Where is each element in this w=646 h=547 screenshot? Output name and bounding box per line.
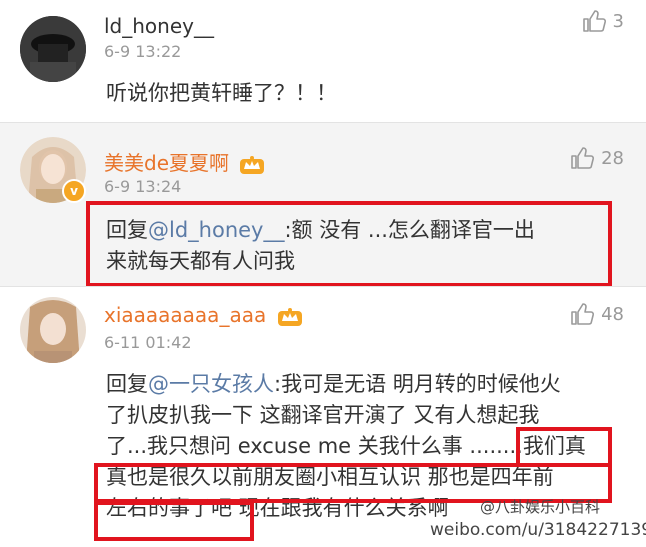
- like-button[interactable]: 3: [581, 8, 624, 34]
- highlight-box: [94, 501, 254, 541]
- highlight-box: [86, 201, 612, 287]
- verified-badge-icon: v: [62, 179, 86, 203]
- timestamp: 6-9 13:24: [104, 177, 182, 196]
- comment-1: ld_honey__ 6-9 13:22 3 听说你把黄轩睡了？！！: [0, 0, 646, 122]
- watermark-handle: @八卦娱乐小百科: [480, 498, 601, 516]
- like-count: 28: [601, 147, 624, 169]
- like-button[interactable]: 48: [569, 301, 624, 327]
- thumbs-up-icon: [582, 10, 606, 32]
- vip-crown-icon: [277, 307, 302, 326]
- username[interactable]: 美美de夏夏啊: [104, 147, 265, 176]
- avatar[interactable]: v: [20, 137, 86, 203]
- username[interactable]: ld_honey__: [104, 14, 214, 38]
- comment-text: 听说你把黄轩睡了？！！: [106, 81, 337, 105]
- timestamp: 6-11 01:42: [104, 333, 192, 352]
- avatar[interactable]: [20, 16, 86, 82]
- like-button[interactable]: 28: [569, 145, 624, 171]
- thumbs-up-icon: [571, 147, 595, 169]
- like-count: 48: [601, 303, 624, 325]
- thumbs-up-icon: [571, 303, 595, 325]
- reply-prefix: 回复: [106, 372, 148, 396]
- mention-link[interactable]: @一只女孩人: [148, 372, 274, 396]
- like-count: 3: [612, 10, 624, 32]
- watermark-url: weibo.com/u/3184227139: [430, 520, 646, 540]
- comment-2: v 美美de夏夏啊 6-9 13:24 28 回复@ld_honey__:额 没…: [0, 122, 646, 287]
- username[interactable]: xiaaaaaaaa_aaa: [104, 303, 303, 327]
- avatar[interactable]: [20, 297, 86, 363]
- vip-crown-icon: [240, 155, 265, 174]
- highlight-box: [516, 427, 612, 467]
- timestamp: 6-9 13:22: [104, 42, 182, 61]
